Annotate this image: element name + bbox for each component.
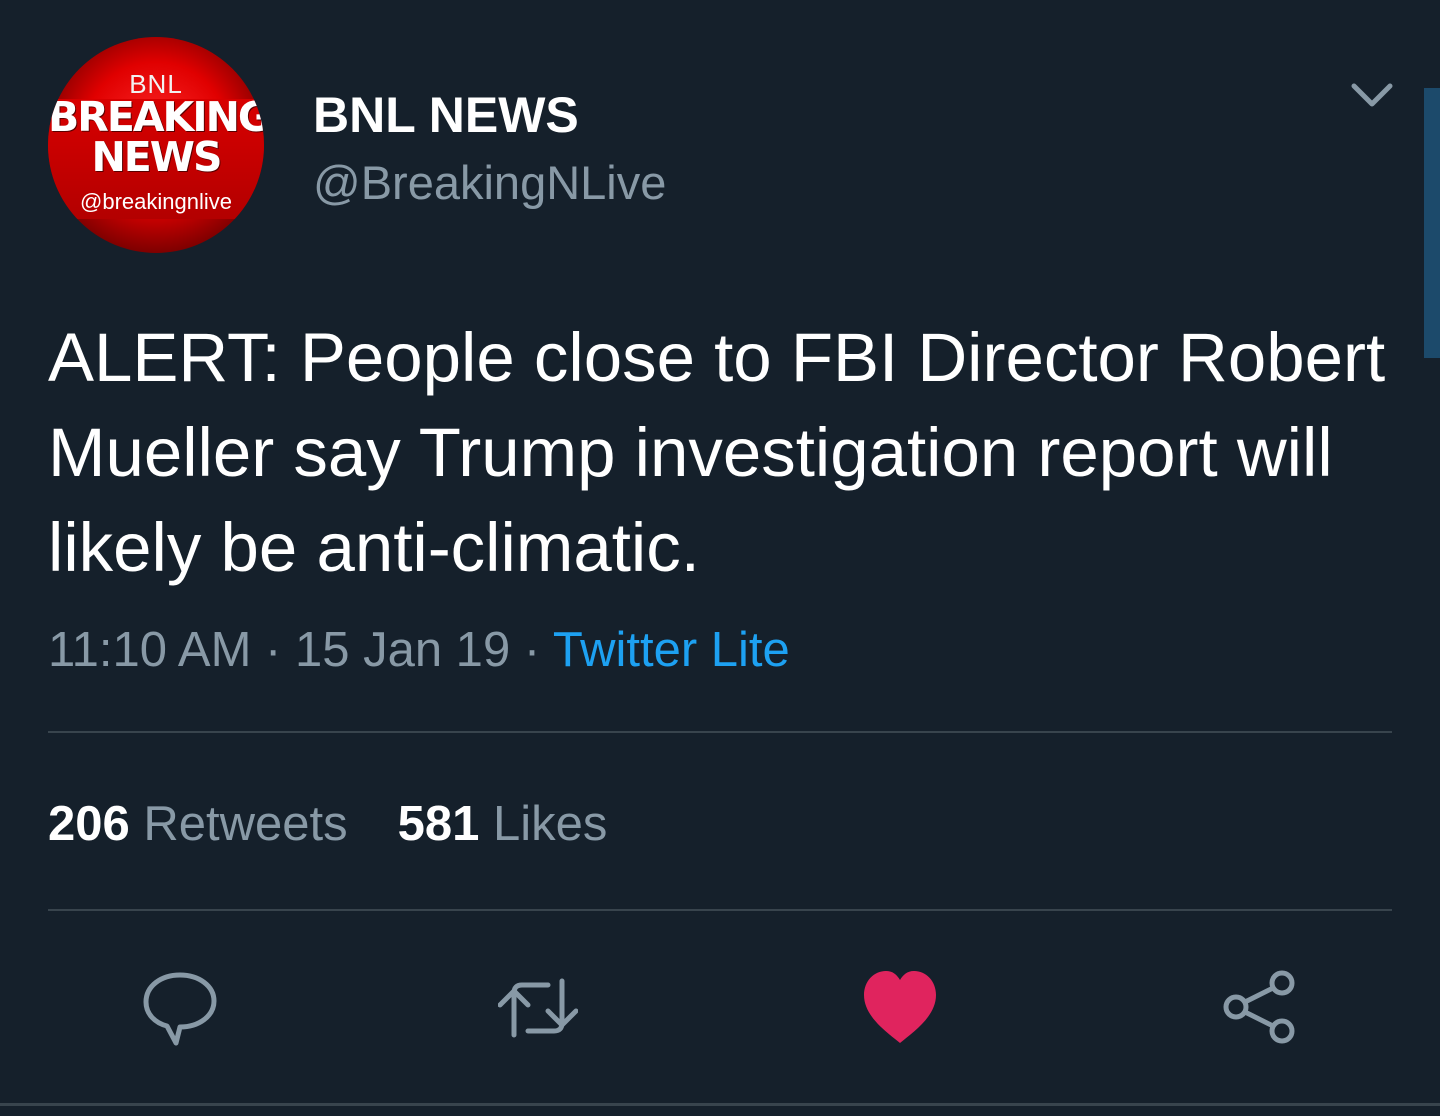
tweet-date: 15 Jan 19 <box>294 623 511 677</box>
author-handle[interactable]: @BreakingNLive <box>313 155 666 210</box>
bottom-divider <box>0 1103 1440 1106</box>
tweet-stats: 206 Retweets 581 Likes <box>48 796 607 852</box>
divider <box>48 909 1392 911</box>
likes-count: 581 <box>397 797 480 851</box>
tweet-detail: BNL BREAKING NEWS @breakingnlive BNL NEW… <box>0 0 1440 1116</box>
like-button[interactable] <box>860 965 940 1050</box>
retweet-button[interactable] <box>498 965 578 1050</box>
meta-separator: · <box>510 623 553 677</box>
avatar-main-line2: NEWS <box>91 133 222 181</box>
divider <box>48 731 1392 733</box>
author-name[interactable]: BNL NEWS <box>313 86 579 144</box>
avatar-main-text: BREAKING NEWS <box>48 97 264 178</box>
retweet-icon <box>498 978 578 1038</box>
reply-icon <box>143 972 217 1046</box>
share-button[interactable] <box>1220 965 1300 1050</box>
tweet-time: 11:10 AM <box>48 623 252 677</box>
share-icon <box>1223 970 1295 1044</box>
meta-separator: · <box>251 623 295 677</box>
heart-icon <box>864 971 936 1043</box>
retweets-stat[interactable]: 206 Retweets <box>48 796 348 852</box>
likes-stat[interactable]: 581 Likes <box>398 796 608 852</box>
retweets-label: Retweets <box>143 797 348 851</box>
tweet-meta: 11:10 AM · 15 Jan 19 · Twitter Lite <box>48 622 790 678</box>
tweet-source-link[interactable]: Twitter Lite <box>553 623 790 677</box>
avatar-handle-text: @breakingnlive <box>80 189 232 214</box>
reply-button[interactable] <box>140 965 220 1050</box>
likes-label: Likes <box>493 797 608 851</box>
tweet-text: ALERT: People close to FBI Director Robe… <box>48 319 1386 586</box>
avatar[interactable]: BNL BREAKING NEWS @breakingnlive <box>48 37 264 253</box>
scrollbar[interactable] <box>1424 88 1440 358</box>
retweets-count: 206 <box>48 797 130 851</box>
chevron-down-icon[interactable] <box>1348 78 1396 114</box>
